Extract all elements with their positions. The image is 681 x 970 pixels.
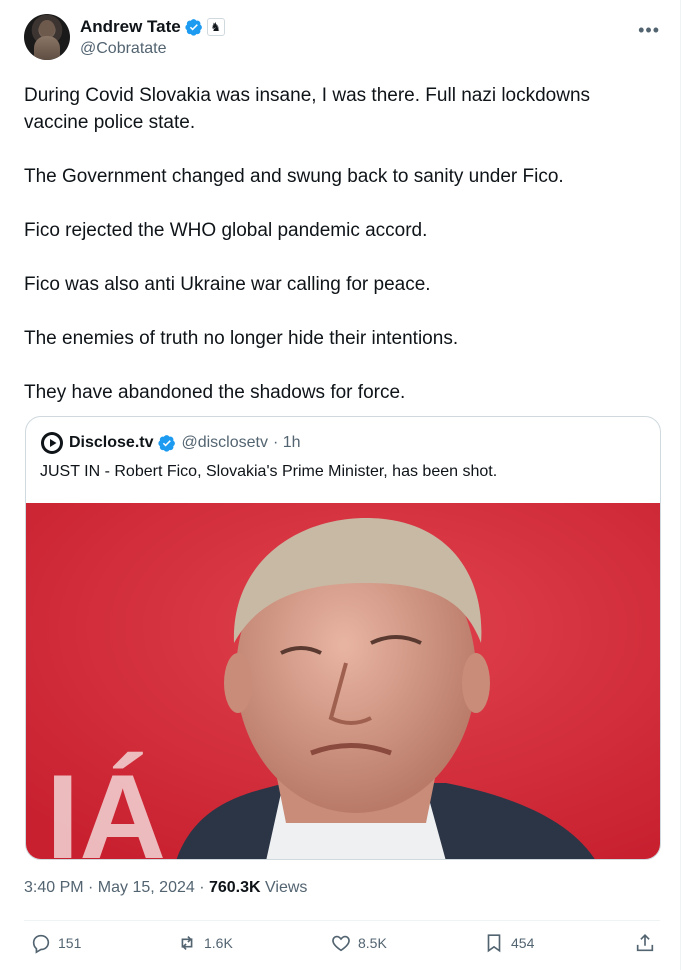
tweet-paragraph: The Government changed and swung back to… <box>24 166 564 187</box>
author-name-row: Andrew Tate ♞ <box>80 17 225 37</box>
quoted-tweet-text: JUST IN - Robert Fico, Slovakia's Prime … <box>40 463 498 480</box>
verified-badge-icon[interactable] <box>185 18 203 36</box>
action-bar: 151 1.6K 8.5K 454 <box>24 932 664 962</box>
share-icon <box>636 934 654 952</box>
views-label: Views <box>260 879 308 896</box>
tweet-paragraph: Fico rejected the WHO global pandemic ac… <box>24 220 428 241</box>
bookmark-count: 454 <box>511 935 535 951</box>
tweet-paragraph: The enemies of truth no longer hide thei… <box>24 328 459 349</box>
reply-count: 151 <box>58 935 82 951</box>
verified-badge-icon <box>158 435 176 452</box>
share-button[interactable] <box>634 932 656 954</box>
quoted-author-name: Disclose.tv <box>69 434 154 451</box>
reply-icon <box>32 934 50 954</box>
bookmark-button[interactable]: 454 <box>483 932 534 954</box>
quoted-tweet[interactable]: Disclose.tv @disclosetv · 1h JUST IN - R… <box>25 416 661 860</box>
tweet-paragraph: During Covid Slovakia was insane, I was … <box>24 85 591 133</box>
repost-icon <box>181 935 193 951</box>
disclosetv-logo-icon <box>41 432 63 454</box>
tweet-paragraph: They have abandoned the shadows for forc… <box>24 382 406 403</box>
quoted-tweet-header: Disclose.tv @disclosetv · 1h <box>40 431 301 455</box>
author-name[interactable]: Andrew Tate <box>80 17 181 37</box>
tweet-meta: 3:40 PM · May 15, 2024 · 760.3K Views <box>24 879 307 897</box>
author-handle[interactable]: @Cobratate <box>80 40 167 58</box>
heart-icon <box>332 935 350 952</box>
like-button[interactable]: 8.5K <box>330 932 387 954</box>
tweet-header: Andrew Tate ♞ @Cobratate ••• <box>24 14 664 64</box>
quoted-author-handle: @disclosetv <box>181 434 268 451</box>
avatar[interactable] <box>24 14 70 60</box>
repost-button[interactable]: 1.6K <box>176 932 233 954</box>
quoted-tweet-time: · 1h <box>272 434 301 451</box>
repost-count: 1.6K <box>204 935 233 951</box>
divider <box>24 920 660 921</box>
view-count: 760.3K <box>208 879 261 896</box>
reply-button[interactable]: 151 <box>30 932 81 954</box>
background-lettering: IÁ <box>46 750 166 860</box>
like-count: 8.5K <box>358 935 387 951</box>
tweet-card: Andrew Tate ♞ @Cobratate ••• During Covi… <box>0 0 681 970</box>
tweet-timestamp[interactable]: 3:40 PM · May 15, 2024 · <box>24 879 209 896</box>
more-options-icon[interactable]: ••• <box>638 20 660 41</box>
quoted-tweet-photo[interactable]: IÁ <box>26 503 661 860</box>
bookmark-icon <box>487 934 501 953</box>
affiliate-badge-icon[interactable]: ♞ <box>206 18 225 36</box>
tweet-text: During Covid Slovakia was insane, I was … <box>24 82 654 433</box>
tweet-paragraph: Fico was also anti Ukraine war calling f… <box>24 274 431 295</box>
